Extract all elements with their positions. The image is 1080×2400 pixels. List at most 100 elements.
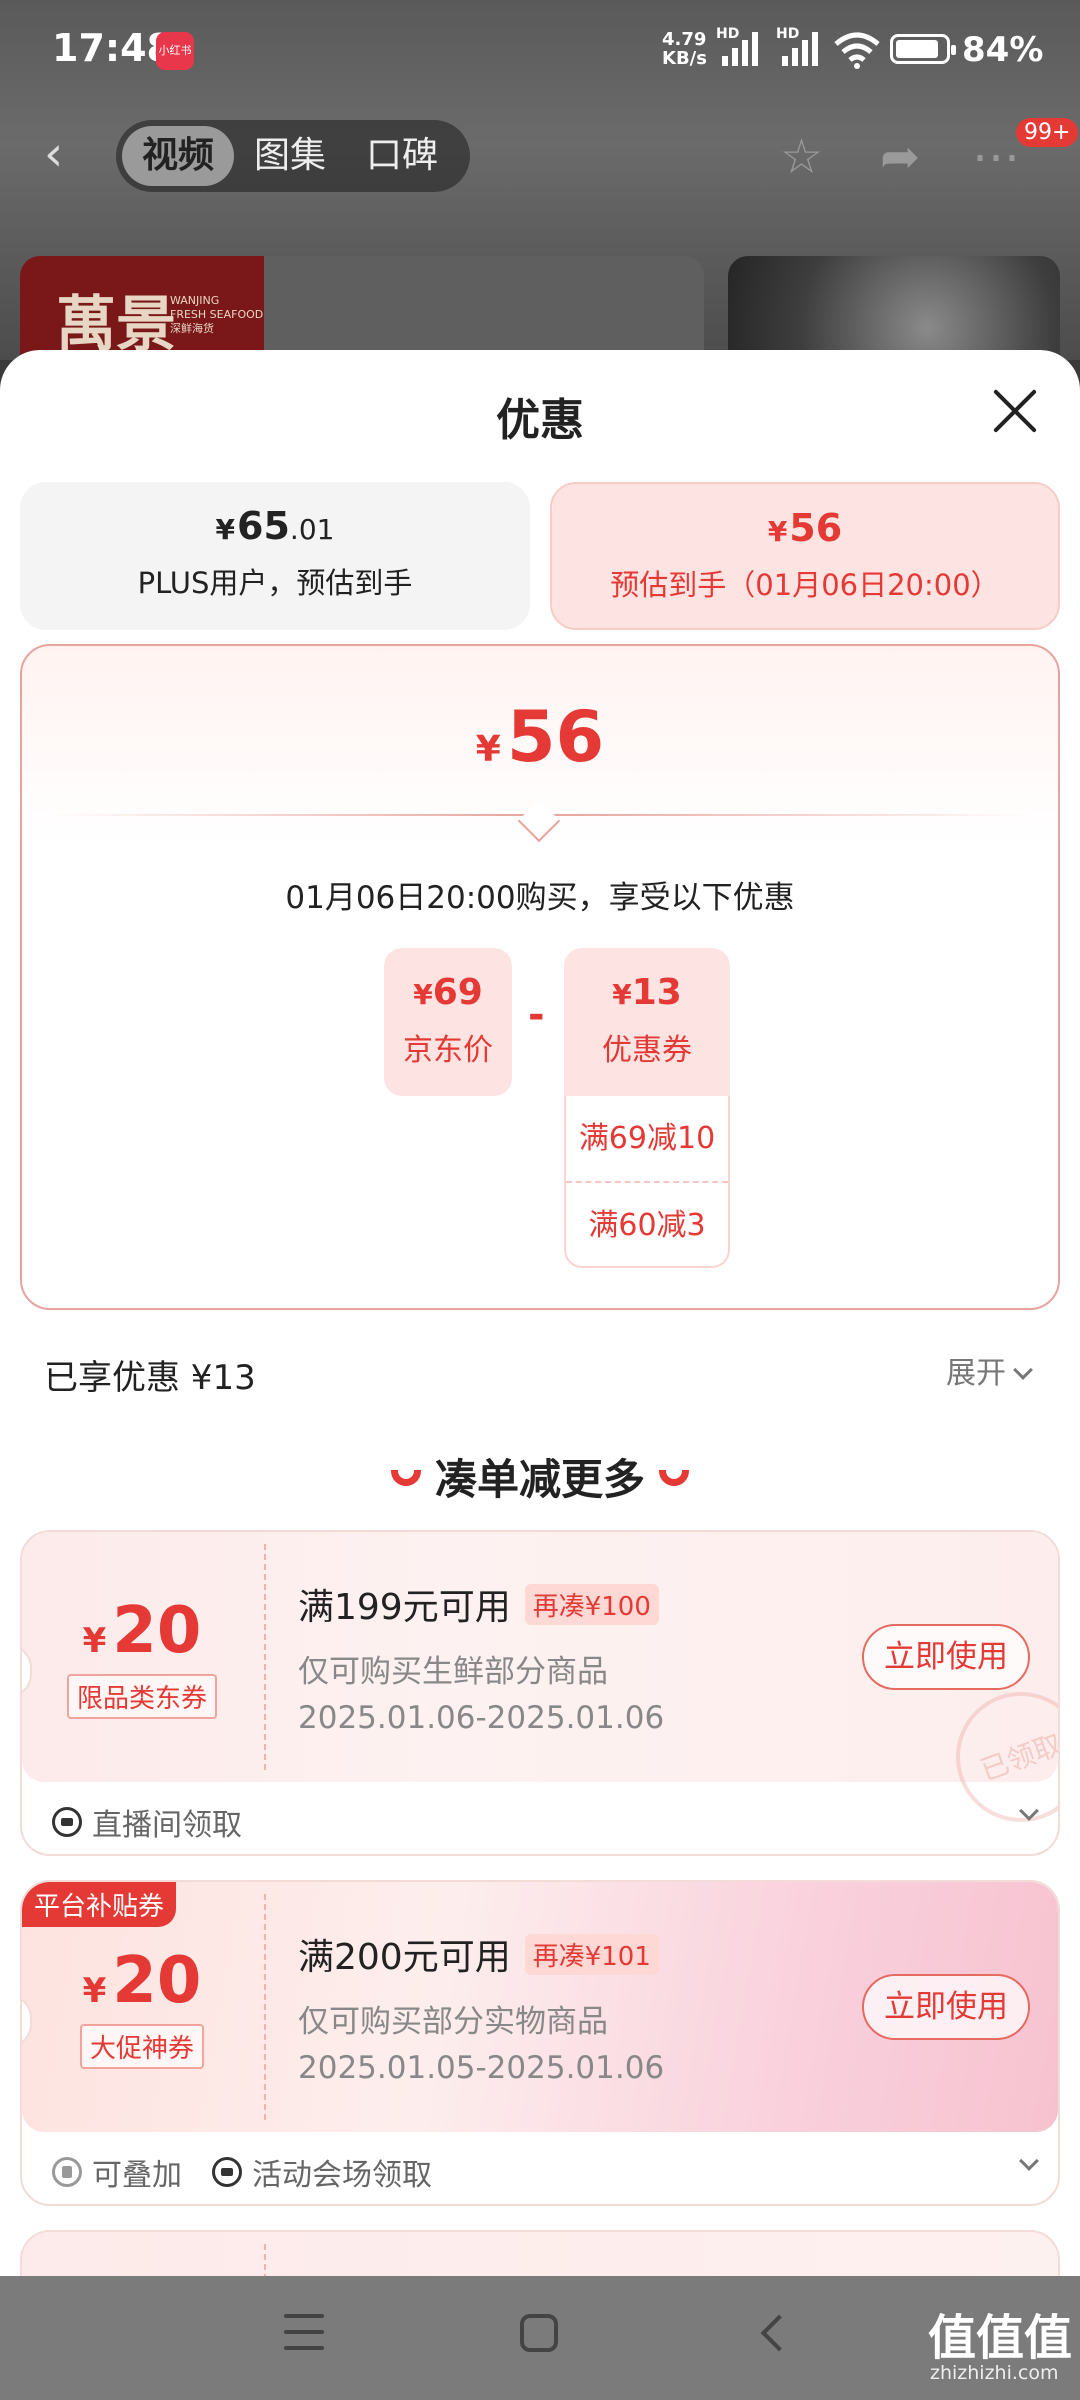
back-icon[interactable]: ‹ (44, 130, 84, 182)
chevron-down-icon (1013, 1360, 1033, 1380)
network-speed-unit: KB/s (662, 48, 707, 69)
battery-percent: 84% (962, 30, 1044, 70)
brand-logo-en2: FRESH SEAFOOD (170, 308, 264, 321)
coupon-total-box: ¥13 优惠券 (564, 948, 730, 1096)
expand-button[interactable]: 展开 (946, 1348, 1033, 1392)
jd-price-value: ¥69 (384, 972, 512, 1013)
enjoyed-discount: 已享优惠 ¥13 (44, 1358, 256, 1398)
coupon-ticket: ¥20 限品类东券 满199元可用 再凑¥100 仅可购买生鲜部分商品 2025.… (22, 1532, 1058, 1841)
use-now-button[interactable]: 立即使用 (862, 1974, 1030, 2040)
tab-gallery[interactable]: 图集 (234, 126, 346, 186)
coupon-source-label: 活动会场领取 (252, 2158, 432, 2193)
jd-price-box: ¥69 京东价 (384, 948, 512, 1096)
sheet-title: 优惠 (496, 395, 584, 446)
ticket-icon (212, 2157, 242, 2187)
smile-icon (659, 1470, 689, 1486)
ticket-icon (52, 1807, 82, 1837)
signal-icon (722, 30, 758, 66)
status-time: 17:48 (52, 26, 173, 70)
coupon-type-tag: 限品类东券 (66, 1674, 217, 1719)
xiaohongshu-app-icon: 小红书 (156, 32, 194, 70)
signal-icon-2 (782, 30, 818, 66)
currency-symbol: ¥ (82, 1971, 107, 2011)
coupon-scope: 仅可购买部分实物商品 (298, 2004, 608, 2040)
coupon-rule: 满69减10 (578, 1121, 716, 1156)
coupon-amount-value: 20 (112, 1944, 202, 2018)
jd-price-label: 京东价 (403, 1033, 493, 1068)
favorite-star-icon[interactable]: ☆ (780, 132, 823, 182)
coupon-condition-text: 满199元可用 (298, 1587, 511, 1628)
coupon-amount-value: 20 (112, 1594, 202, 1668)
wifi-icon (834, 32, 880, 69)
home-icon[interactable] (520, 2314, 558, 2352)
currency-symbol: ¥ (612, 978, 632, 1011)
brand-logo-cn: 深鲜海货 (170, 322, 214, 335)
price-tab-estimated[interactable]: ¥56 预估到手（01月06日20:00） (550, 482, 1060, 630)
close-icon[interactable] (990, 386, 1040, 436)
divider-notch (517, 799, 561, 843)
coupon-condition: 满200元可用 再凑¥101 (298, 1928, 659, 1980)
stackable-info: 可叠加 (52, 2150, 182, 2194)
recent-apps-icon[interactable] (284, 2314, 324, 2350)
chevron-down-icon[interactable] (1019, 2151, 1039, 2171)
coupon-card: ¥20 限品类东券 满199元可用 再凑¥100 仅可购买生鲜部分商品 2025.… (20, 1530, 1060, 1856)
coupon-card: ¥20 大促神券 平台补贴券 满200元可用 再凑¥101 仅可购买部分实物商品 … (20, 1880, 1060, 2206)
coupon-condition: 满199元可用 再凑¥100 (298, 1578, 659, 1630)
coupon-amount: ¥20 (22, 1594, 262, 1668)
currency-symbol: ¥ (475, 729, 501, 770)
coupon-source: 活动会场领取 (212, 2150, 432, 2194)
status-bar: 17:48 小红书 4.79 KB/s HD HD 84% (0, 0, 1080, 100)
coupon-rule-list: 满69减10 满60减3 (564, 1096, 730, 1268)
coupon-validity: 2025.01.05-2025.01.06 (298, 2050, 665, 2086)
price-tab-estimated-desc: 预估到手（01月06日20:00） (610, 568, 1000, 602)
chevron-down-icon[interactable] (1019, 1801, 1039, 1821)
platform-subsidy-label: 平台补贴券 (22, 1882, 177, 1927)
notification-badge: 99+ (1016, 118, 1079, 147)
system-navigation-bar (0, 2276, 1080, 2400)
coupon-ticket: ¥20 大促神券 平台补贴券 满200元可用 再凑¥101 仅可购买部分实物商品 … (22, 1882, 1058, 2132)
coupon-scope: 仅可购买生鲜部分商品 (298, 1654, 608, 1690)
use-now-button[interactable]: 立即使用 (862, 1624, 1030, 1690)
coupon-rule: 满60减3 (566, 1181, 728, 1266)
final-price-value: 56 (506, 696, 605, 778)
section-title-text: 凑单减更多 (434, 1455, 645, 1504)
media-tabs: 视频 图集 口碑 (116, 120, 470, 192)
watermark-url: zhizhizhi.com (930, 2362, 1059, 2384)
coupon-type-tag: 大促神券 (79, 2024, 204, 2069)
coupon-divider (264, 1894, 266, 2120)
coupon-footer[interactable]: 直播间领取 (22, 1782, 1058, 1854)
price-tab-plus[interactable]: ¥65.01 PLUS用户，预估到手 (20, 482, 530, 630)
currency-symbol: ¥ (82, 1621, 107, 1661)
coupon-footer[interactable]: 可叠加 活动会场领取 (22, 2132, 1058, 2204)
coupon-total-value: ¥13 (564, 972, 730, 1013)
jd-price-number: 69 (432, 972, 483, 1013)
add-more-badge: 再凑¥101 (524, 1934, 659, 1975)
price-dec: .01 (289, 513, 335, 546)
currency-symbol: ¥ (413, 978, 433, 1011)
coupon-card (20, 2230, 1060, 2280)
minus-sign: - (528, 992, 545, 1038)
price-tab-plus-desc: PLUS用户，预估到手 (137, 566, 413, 600)
coupon-divider (264, 2244, 266, 2280)
coupon-total-label: 优惠券 (602, 1033, 692, 1068)
network-speed: 4.79 KB/s (662, 30, 707, 68)
tab-video[interactable]: 视频 (122, 126, 235, 186)
brand-logo-subtext: WANJING FRESH SEAFOOD 深鲜海货 (170, 294, 263, 336)
back-nav-icon[interactable] (760, 2314, 798, 2352)
stackable-label: 可叠加 (92, 2158, 182, 2193)
share-icon[interactable]: ➦ (880, 132, 920, 182)
expand-label: 展开 (946, 1356, 1006, 1391)
coupon-source-label: 直播间领取 (92, 1808, 242, 1843)
price-breakdown-card: ¥56 01月06日20:00购买，享受以下优惠 ¥69 京东价 - ¥13 优… (20, 644, 1060, 1310)
price-tab-plus-price: ¥65.01 (20, 504, 530, 548)
top-navigation: ‹ 视频 图集 口碑 ☆ ➦ ⋯ 99+ (0, 118, 1080, 194)
smile-icon (390, 1470, 421, 1486)
section-title: 凑单减更多 (0, 1446, 1080, 1507)
more-icon[interactable]: ⋯ (972, 132, 1020, 182)
final-price: ¥56 (22, 696, 1058, 778)
tab-reviews[interactable]: 口碑 (346, 126, 458, 186)
price-int: 56 (789, 506, 843, 550)
coupon-validity: 2025.01.06-2025.01.06 (298, 1700, 665, 1736)
coupon-condition-text: 满200元可用 (298, 1937, 511, 1978)
coupon-source: 直播间领取 (52, 1800, 242, 1844)
